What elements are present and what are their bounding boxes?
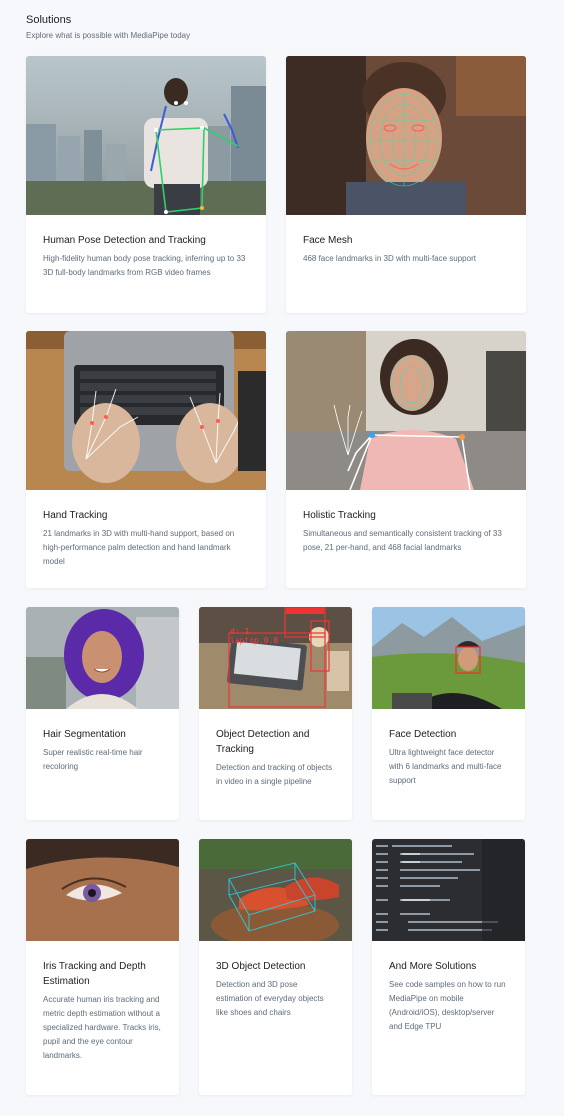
card-description: Detection and tracking of objects in vid… — [216, 763, 333, 786]
hand-tracking-image — [26, 331, 266, 490]
card-title: Face Detection — [389, 729, 457, 740]
card-title: Hand Tracking — [43, 510, 108, 521]
card-description: Detection and 3D pose estimation of ever… — [216, 980, 324, 1017]
card-description: See code samples on how to run MediaPipe… — [389, 980, 506, 1031]
holistic-image — [286, 331, 526, 490]
card-description: Accurate human iris tracking and metric … — [43, 995, 161, 1060]
card-description: High-fidelity human body pose tracking, … — [43, 254, 246, 277]
card-title: And More Solutions — [389, 961, 477, 972]
card-title: Hair Segmentation — [43, 729, 126, 740]
solution-card-hair-segmentation[interactable]: Hair Segmentation Super realistic real-t… — [26, 607, 179, 820]
face-detection-image — [372, 607, 525, 709]
detection-label: d: 1 — [230, 627, 250, 636]
card-description: Ultra lightweight face detector with 6 l… — [389, 748, 502, 785]
card-description: Simultaneous and semantically consistent… — [303, 529, 502, 552]
card-description: Super realistic real-time hair recolorin… — [43, 748, 143, 771]
solution-card-iris[interactable]: Iris Tracking and Depth Estimation Accur… — [26, 839, 179, 1095]
card-title: Object Detection and Tracking — [216, 729, 310, 755]
card-title: Human Pose Detection and Tracking — [43, 235, 206, 246]
card-title: Iris Tracking and Depth Estimation — [43, 961, 146, 987]
hair-image — [26, 607, 179, 709]
card-title: 3D Object Detection — [216, 961, 306, 972]
iris-image — [26, 839, 179, 941]
solution-card-pose[interactable]: Human Pose Detection and Tracking High-f… — [26, 56, 266, 313]
card-title: Holistic Tracking — [303, 510, 376, 521]
pose-image — [26, 56, 266, 215]
solution-card-more[interactable]: And More Solutions See code samples on h… — [372, 839, 525, 1095]
solution-card-face-detection[interactable]: Face Detection Ultra lightweight face de… — [372, 607, 525, 820]
solution-card-object-detection[interactable]: d: 1 laptop,0.8 Object Detection and Tra… — [199, 607, 352, 820]
card-title: Face Mesh — [303, 235, 353, 246]
page-title: Solutions — [26, 14, 72, 26]
solution-card-hand-tracking[interactable]: Hand Tracking 21 landmarks in 3D with mu… — [26, 331, 266, 588]
solution-card-face-mesh[interactable]: Face Mesh 468 face landmarks in 3D with … — [286, 56, 526, 313]
object-detection-image: d: 1 laptop,0.8 — [199, 607, 352, 709]
code-image — [372, 839, 525, 941]
detection-label: laptop,0.8 — [230, 636, 279, 645]
solution-card-objectron[interactable]: 3D Object Detection Detection and 3D pos… — [199, 839, 352, 1095]
card-description: 468 face landmarks in 3D with multi-face… — [303, 254, 476, 263]
page-subtitle: Explore what is possible with MediaPipe … — [26, 31, 191, 40]
section-header: Solutions Explore what is possible with … — [26, 13, 190, 41]
card-description: 21 landmarks in 3D with multi-hand suppo… — [43, 529, 235, 566]
objectron-image — [199, 839, 352, 941]
face-mesh-image — [286, 56, 526, 215]
solution-card-holistic[interactable]: Holistic Tracking Simultaneous and seman… — [286, 331, 526, 588]
